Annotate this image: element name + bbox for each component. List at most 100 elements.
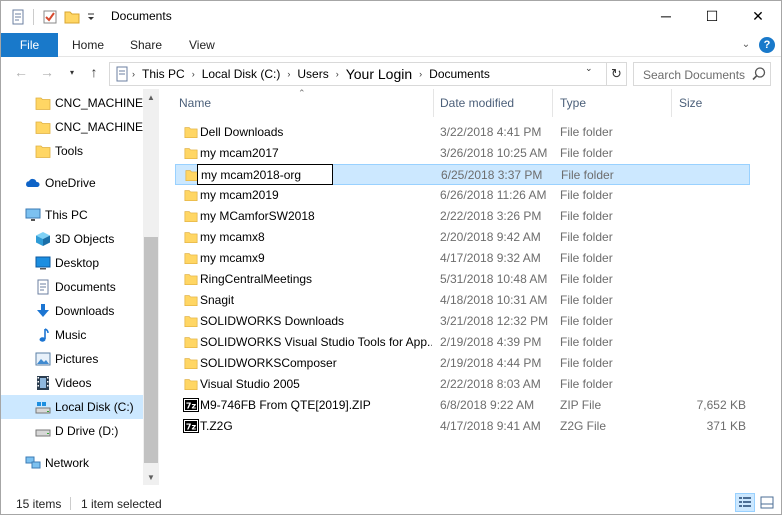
help-icon[interactable]: ? — [759, 37, 775, 53]
file-date-modified: 2/19/2018 4:44 PM — [440, 356, 542, 370]
chevron-right-icon[interactable]: › — [419, 69, 422, 79]
details-view-button[interactable] — [735, 493, 755, 512]
minimize-button[interactable]: ─ — [643, 1, 689, 31]
table-row[interactable]: 7z T.Z2G 4/17/2018 9:41 AM Z2G File 371 KB — [175, 416, 750, 437]
videos-icon — [35, 375, 51, 391]
folder-icon — [183, 335, 199, 349]
column-header-name[interactable]: Name — [179, 89, 211, 117]
tab-home[interactable]: Home — [72, 33, 104, 57]
table-row[interactable]: Visual Studio 2005 2/22/2018 8:03 AM File … — [175, 374, 750, 395]
table-row[interactable]: my mcamx8 2/20/2018 9:42 AM File folder — [175, 227, 750, 248]
sidebar-item-3d-objects[interactable]: 3D Objects — [1, 227, 144, 251]
column-divider[interactable] — [433, 89, 434, 117]
breadcrumb-users[interactable]: Users — [297, 67, 328, 81]
navigation-pane-scrollbar[interactable]: ▲ ▼ — [143, 89, 159, 485]
scroll-down-icon[interactable]: ▼ — [143, 469, 159, 485]
sort-ascending-icon: ⌃ — [298, 88, 306, 98]
sidebar-item-desktop[interactable]: Desktop — [1, 251, 144, 275]
folder-icon — [183, 188, 199, 202]
forward-arrow-icon[interactable]: → — [39, 64, 55, 80]
large-icons-view-button[interactable] — [757, 493, 777, 512]
address-dropdown-chevron-icon[interactable]: ⌄ — [585, 63, 593, 74]
downloads-icon — [35, 303, 51, 319]
tab-view[interactable]: View — [189, 33, 215, 57]
table-row[interactable]: SOLIDWORKS Downloads 3/21/2018 12:32 PM Fi… — [175, 311, 750, 332]
scroll-up-icon[interactable]: ▲ — [143, 89, 159, 105]
up-arrow-icon[interactable]: ↑ — [86, 64, 102, 80]
folder-icon — [183, 125, 199, 139]
breadcrumb-documents[interactable]: Documents — [429, 67, 490, 81]
column-header-type[interactable]: Type — [560, 89, 586, 117]
sidebar-item-music[interactable]: Music — [1, 323, 144, 347]
sidebar-item-downloads[interactable]: Downloads — [1, 299, 144, 323]
table-row[interactable]: SOLIDWORKSComposer 2/19/2018 4:44 PM File … — [175, 353, 750, 374]
expand-ribbon-icon[interactable]: ⌄ — [739, 37, 753, 51]
search-input[interactable]: Search Documents — [633, 62, 771, 86]
sidebar-item-this-pc[interactable]: This PC — [1, 203, 144, 227]
table-row[interactable]: my MCamforSW2018 2/22/2018 3:26 PM File fo… — [175, 206, 750, 227]
properties-icon[interactable] — [10, 9, 26, 25]
breadcrumb-your-login[interactable]: Your Login — [346, 66, 412, 82]
file-type: File folder — [560, 146, 613, 160]
tab-file[interactable]: File — [1, 33, 58, 57]
customize-toolbar-icon[interactable] — [85, 9, 97, 25]
sidebar-item-pictures[interactable]: Pictures — [1, 347, 144, 371]
table-row[interactable]: my mcamx9 4/17/2018 9:32 AM File folder — [175, 248, 750, 269]
table-row[interactable]: RingCentralMeetings 5/31/2018 10:48 AM Fil… — [175, 269, 750, 290]
search-icon — [752, 67, 766, 81]
sidebar-item-tools[interactable]: Tools — [1, 139, 144, 163]
maximize-button[interactable]: ☐ — [689, 1, 735, 31]
large-icons-view-icon — [760, 496, 774, 509]
sidebar-item-local-disk-c[interactable]: Local Disk (C:) — [1, 395, 144, 419]
chevron-right-icon: › — [132, 69, 135, 79]
sidebar-item-d-drive-d[interactable]: D Drive (D:) — [1, 419, 144, 443]
sidebar-item-cnc-machines[interactable]: CNC_MACHINES — [1, 91, 144, 115]
column-divider[interactable] — [552, 89, 553, 117]
file-date-modified: 5/31/2018 10:48 AM — [440, 272, 548, 286]
sidebar-item-onedrive[interactable]: OneDrive — [1, 171, 144, 195]
file-date-modified: 3/26/2018 10:25 AM — [440, 146, 548, 160]
music-icon — [35, 327, 51, 343]
sidebar-item-label: Desktop — [55, 256, 100, 270]
sidebar-item-label: Music — [55, 328, 87, 342]
checkmark-icon[interactable] — [42, 9, 58, 25]
rename-input[interactable]: my mcam2018-org — [197, 164, 333, 185]
sidebar-item-documents[interactable]: Documents — [1, 275, 144, 299]
file-size: 371 KB — [706, 419, 746, 433]
sidebar-item-network[interactable]: Network — [1, 451, 144, 475]
close-button[interactable]: ✕ — [735, 1, 781, 31]
table-row[interactable]: my mcam2018-org 6/25/2018 3:37 PM File fol… — [175, 164, 750, 185]
new-folder-icon[interactable] — [64, 9, 80, 25]
chevron-right-icon[interactable]: › — [287, 69, 290, 79]
scrollbar-thumb[interactable] — [144, 237, 158, 463]
sidebar-item-videos[interactable]: Videos — [1, 371, 144, 395]
table-row[interactable]: SOLIDWORKS Visual Studio Tools for App..… — [175, 332, 750, 353]
breadcrumb-this-pc[interactable]: This PC — [142, 67, 185, 81]
file-type: File folder — [560, 188, 613, 202]
sidebar-item-label: Videos — [55, 376, 92, 390]
chevron-right-icon[interactable]: › — [336, 69, 339, 79]
back-arrow-icon[interactable]: ← — [13, 64, 29, 80]
file-size: 7,652 KB — [696, 398, 746, 412]
refresh-icon[interactable]: ↻ — [607, 62, 627, 86]
table-row[interactable]: my mcam2019 6/26/2018 11:26 AM File folder — [175, 185, 750, 206]
column-header-size[interactable]: Size — [679, 89, 702, 117]
table-row[interactable]: my mcam2017 3/26/2018 10:25 AM File folder — [175, 143, 750, 164]
folder-icon — [183, 314, 199, 328]
table-row[interactable]: 7z M9-746FB From QTE[2019].ZIP 6/8/2018 9:… — [175, 395, 750, 416]
onedrive-icon — [25, 175, 41, 191]
tab-share[interactable]: Share — [130, 33, 162, 57]
recent-locations-chevron-icon[interactable]: ▾ — [64, 64, 80, 80]
chevron-right-icon[interactable]: › — [192, 69, 195, 79]
file-date-modified: 4/17/2018 9:41 AM — [440, 419, 541, 433]
column-header-date-modified[interactable]: Date modified — [440, 89, 514, 117]
table-row[interactable]: Dell Downloads 3/22/2018 4:41 PM File fold… — [175, 122, 750, 143]
sidebar-item-label: Network — [45, 456, 90, 470]
folder-icon — [183, 356, 199, 370]
address-bar[interactable]: › This PC › Local Disk (C:) › Users › Yo… — [109, 62, 607, 86]
folder-icon — [183, 209, 199, 223]
column-divider[interactable] — [671, 89, 672, 117]
table-row[interactable]: Snagit 4/18/2018 10:31 AM File folder — [175, 290, 750, 311]
sidebar-item-cnc-machines[interactable]: CNC_MACHINES — [1, 115, 144, 139]
breadcrumb-local-disk[interactable]: Local Disk (C:) — [202, 67, 281, 81]
